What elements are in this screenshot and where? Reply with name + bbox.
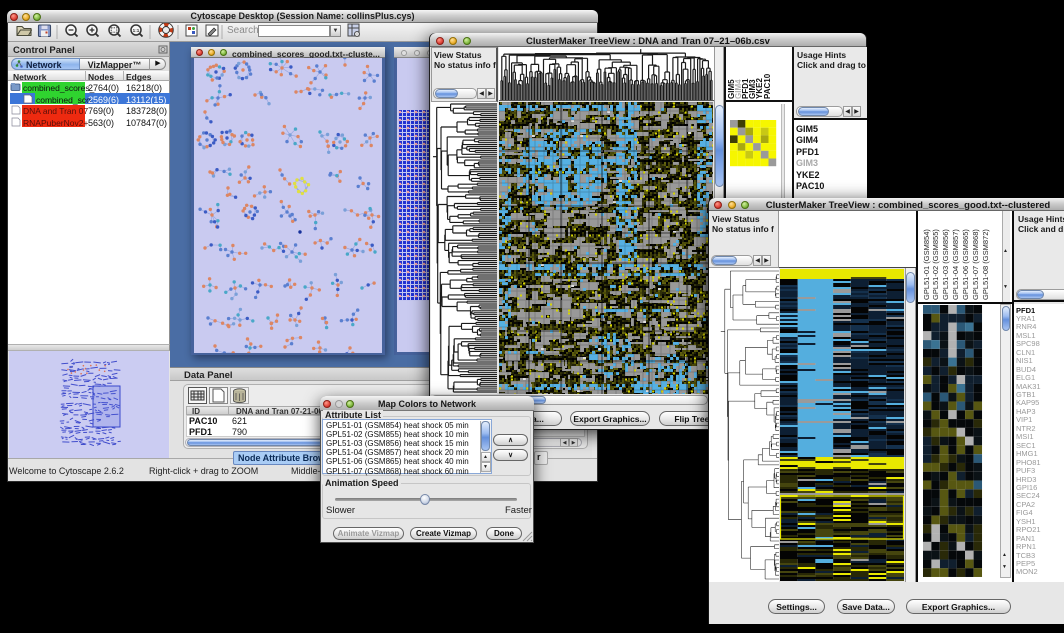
svg-text:1:1: 1:1	[133, 28, 140, 33]
